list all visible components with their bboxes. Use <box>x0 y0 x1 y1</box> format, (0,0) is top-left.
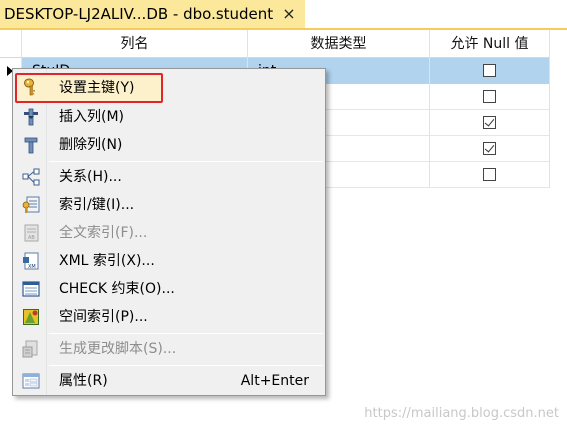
menu-item-label: 生成更改脚本(S)... <box>59 341 177 357</box>
menu-item-shortcut: Alt+Enter <box>240 373 309 389</box>
column-header-allow-null[interactable]: 允许 Null 值 <box>430 30 550 58</box>
menu-item-label: 关系(H)... <box>59 169 122 185</box>
allow-null-cell <box>430 84 550 110</box>
svg-text:XM: XM <box>28 264 36 270</box>
close-icon[interactable]: × <box>281 5 297 23</box>
menu-item-label: 插入列(M) <box>59 109 125 125</box>
menu-item-spatial-index[interactable]: 空间索引(P)... <box>15 303 323 331</box>
allow-null-checkbox[interactable] <box>483 168 496 181</box>
menu-item-insert-column[interactable]: 插入列(M) <box>15 103 323 131</box>
menu-item-fulltext-index: AB 全文索引(F)... <box>15 219 323 247</box>
menu-item-label: XML 索引(X)... <box>59 253 155 269</box>
allow-null-checkbox[interactable] <box>483 90 496 103</box>
menu-item-label: CHECK 约束(O)... <box>59 281 175 297</box>
relationships-icon <box>21 168 41 186</box>
xml-index-icon: XM <box>21 252 41 270</box>
allow-null-cell <box>430 162 550 188</box>
menu-item-check-constraint[interactable]: CHECK 约束(O)... <box>15 275 323 303</box>
delete-column-icon <box>21 136 41 154</box>
menu-item-label: 空间索引(P)... <box>59 309 148 325</box>
menu-item-generate-change-script: 生成更改脚本(S)... <box>15 335 323 363</box>
row-selector-header <box>0 30 22 58</box>
column-header-type[interactable]: 数据类型 <box>248 30 430 58</box>
context-menu: 设置主键(Y) 插入列(M) 删除列(N) 关系(H)... 索引/键(I)..… <box>12 68 326 396</box>
spatial-index-icon <box>21 308 41 326</box>
menu-separator <box>49 365 323 366</box>
allow-null-cell <box>430 136 550 162</box>
menu-item-set-primary-key[interactable]: 设置主键(Y) <box>15 73 163 103</box>
document-tab[interactable]: DESKTOP-LJ2ALIV...DB - dbo.student × <box>0 0 305 30</box>
menu-item-label: 设置主键(Y) <box>59 80 135 96</box>
check-constraint-icon <box>21 280 41 298</box>
document-tab-title: DESKTOP-LJ2ALIV...DB - dbo.student <box>4 5 274 23</box>
insert-column-icon <box>21 108 41 126</box>
menu-item-label: 删除列(N) <box>59 137 123 153</box>
menu-item-delete-column[interactable]: 删除列(N) <box>15 131 323 159</box>
menu-item-label: 全文索引(F)... <box>59 225 148 241</box>
watermark: https://mailiang.blog.csdn.net <box>364 406 559 421</box>
menu-item-properties[interactable]: 属性(R) Alt+Enter <box>15 367 323 395</box>
menu-separator <box>49 161 323 162</box>
menu-item-xml-index[interactable]: XM XML 索引(X)... <box>15 247 323 275</box>
generate-script-icon <box>21 340 41 358</box>
allow-null-cell <box>430 110 550 136</box>
allow-null-checkbox[interactable] <box>483 64 496 77</box>
menu-item-label: 属性(R) <box>59 373 108 389</box>
column-header-name[interactable]: 列名 <box>22 30 248 58</box>
svg-text:AB: AB <box>28 235 35 241</box>
allow-null-checkbox[interactable] <box>483 142 496 155</box>
document-tab-strip: DESKTOP-LJ2ALIV...DB - dbo.student × <box>0 0 567 30</box>
allow-null-cell <box>430 58 550 84</box>
allow-null-checkbox[interactable] <box>483 116 496 129</box>
fulltext-index-icon: AB <box>21 224 41 242</box>
menu-item-label: 索引/键(I)... <box>59 197 135 213</box>
menu-separator <box>49 333 323 334</box>
properties-icon <box>21 372 41 390</box>
indexes-keys-icon <box>21 196 41 214</box>
menu-item-indexes-keys[interactable]: 索引/键(I)... <box>15 191 323 219</box>
grid-header: 列名 数据类型 允许 Null 值 <box>0 30 550 58</box>
menu-item-relationships[interactable]: 关系(H)... <box>15 163 323 191</box>
key-icon <box>21 78 41 96</box>
